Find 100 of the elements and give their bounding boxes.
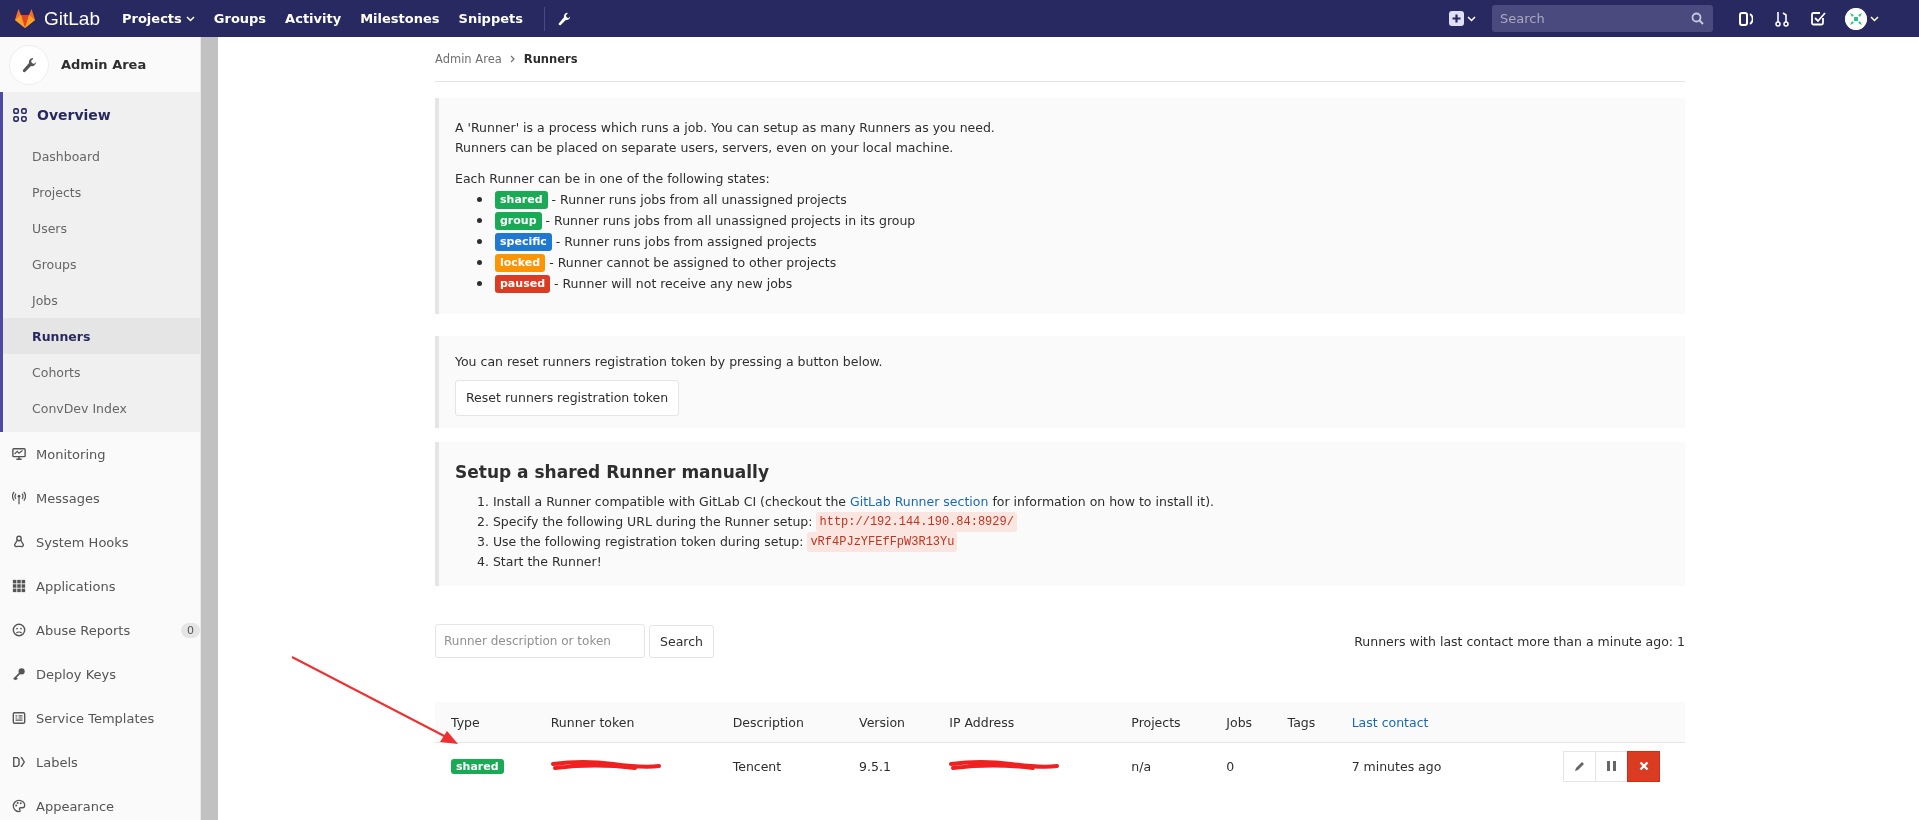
palette-icon bbox=[12, 799, 26, 813]
sidebar-item[interactable]: Appearance bbox=[0, 784, 200, 820]
sidebar-subitem[interactable]: Runners bbox=[3, 318, 200, 354]
scrollbar[interactable] bbox=[200, 37, 218, 820]
sort-link[interactable]: Last contact bbox=[1335, 702, 1489, 743]
user-menu[interactable] bbox=[1845, 7, 1879, 30]
apps-grid-icon bbox=[12, 579, 26, 593]
hook-icon bbox=[12, 535, 26, 549]
state-description: - Runner cannot be assigned to other projects bbox=[549, 253, 837, 272]
sidebar-item[interactable]: Messages bbox=[0, 476, 200, 520]
sidebar-subitem[interactable]: Jobs bbox=[3, 282, 200, 318]
search-button[interactable]: Search bbox=[649, 624, 714, 658]
merge-request-icon[interactable] bbox=[1775, 10, 1789, 27]
column-header: Jobs bbox=[1210, 702, 1272, 743]
antenna-icon bbox=[12, 491, 26, 505]
state-label: specific bbox=[495, 232, 552, 251]
column-header: Tags bbox=[1271, 702, 1336, 743]
sidebar-item[interactable]: Applications bbox=[0, 564, 200, 608]
column-header: Projects bbox=[1115, 702, 1211, 743]
sidebar-item[interactable]: Monitoring bbox=[0, 432, 200, 476]
state-description: - Runner runs jobs from assigned projects bbox=[555, 232, 817, 251]
pause-icon bbox=[1607, 761, 1616, 771]
caret-icon bbox=[1870, 15, 1879, 22]
intro-text: A 'Runner' is a process which runs a job. You can setup as many Runners as you need. Runners can be placed on separate users, servers, even on your local machine. bbox=[455, 119, 996, 157]
nav-link[interactable]: Projects bbox=[122, 11, 195, 26]
table-cell: 7 minutes ago bbox=[1351, 758, 1442, 774]
setup-heading: Setup a shared Runner manually bbox=[455, 462, 770, 482]
state-description: - Runner runs jobs from all unassigned projects bbox=[551, 190, 847, 209]
bullet-icon bbox=[477, 281, 482, 286]
state-description: - Runner will not receive any new jobs bbox=[554, 274, 793, 293]
code-snippet: vRf4PJzYFEfFpW3R13Yu bbox=[807, 532, 958, 552]
wrench-icon[interactable] bbox=[557, 10, 571, 27]
step-number: 1. bbox=[477, 493, 489, 511]
breadcrumb-link[interactable]: Admin Area bbox=[435, 52, 502, 66]
breadcrumb-current: Runners bbox=[523, 52, 578, 66]
status-text: Runners with last contact more than a minute ago: 1 bbox=[1354, 633, 1685, 649]
type-label: shared bbox=[451, 758, 504, 774]
sidebar-item[interactable]: Overview bbox=[3, 92, 200, 138]
runner-docs-link[interactable]: GitLab Runner section bbox=[850, 492, 989, 512]
sidebar-subitem[interactable]: Cohorts bbox=[3, 354, 200, 390]
sidebar-subitem[interactable]: Users bbox=[3, 210, 200, 246]
column-header: Description bbox=[716, 702, 844, 743]
reset-token-button[interactable]: Reset runners registration token bbox=[455, 380, 680, 416]
bullet-icon bbox=[477, 260, 482, 265]
column-header: IP Address bbox=[933, 702, 1116, 743]
new-dropdown[interactable] bbox=[1449, 11, 1476, 26]
fox-logo-icon bbox=[14, 8, 36, 29]
step-number: 3. bbox=[477, 533, 489, 551]
step-text: Install a Runner compatible with GitLab CI (checkout the bbox=[492, 493, 847, 511]
wrench-icon bbox=[9, 44, 49, 85]
remove-button[interactable] bbox=[1627, 750, 1660, 782]
nav-link[interactable]: Milestones bbox=[360, 11, 440, 26]
template-icon bbox=[12, 711, 26, 725]
sidebar-subitem[interactable]: Projects bbox=[3, 174, 200, 210]
face-icon bbox=[12, 623, 26, 637]
nav-link[interactable]: Snippets bbox=[458, 11, 523, 26]
brand-link[interactable]: GitLab bbox=[14, 7, 100, 30]
sidebar-item[interactable]: System Hooks bbox=[0, 520, 200, 564]
column-header: Type bbox=[435, 702, 535, 743]
sidebar-item[interactable]: Service Templates bbox=[0, 696, 200, 740]
table-cell: n/a bbox=[1131, 758, 1152, 774]
table-cell: 9.5.1 bbox=[859, 758, 891, 774]
caret-icon bbox=[1467, 15, 1476, 22]
sidebar-subitem[interactable]: ConvDev Index bbox=[3, 390, 200, 426]
state-label: group bbox=[495, 211, 542, 230]
avatar-icon bbox=[1845, 7, 1867, 30]
search-icon bbox=[1691, 12, 1704, 25]
column-header: Version bbox=[843, 702, 934, 743]
pencil-icon bbox=[1574, 760, 1585, 772]
bullet-icon bbox=[477, 218, 482, 223]
runner-search-field[interactable]: Runner description or token bbox=[435, 624, 645, 658]
column-header: Runner token bbox=[534, 702, 717, 743]
bullet-icon bbox=[477, 197, 482, 202]
issues-icon[interactable] bbox=[1739, 10, 1753, 27]
table-cell: Tencent bbox=[732, 758, 782, 774]
sidebar-title: Admin Area bbox=[61, 57, 147, 72]
step-number: 2. bbox=[477, 513, 489, 531]
state-label: shared bbox=[495, 190, 548, 209]
state-label: paused bbox=[495, 274, 550, 293]
grid-icon bbox=[13, 108, 27, 122]
search-field[interactable]: Search bbox=[1492, 5, 1713, 32]
sidebar-item[interactable]: Labels bbox=[0, 740, 200, 784]
sidebar-item[interactable]: Abuse Reports 0 bbox=[0, 608, 200, 652]
nav-link[interactable]: Groups bbox=[213, 11, 267, 26]
step-text: Specify the following URL during the Runner setup: bbox=[492, 513, 813, 531]
sidebar-subitem[interactable]: Dashboard bbox=[3, 138, 200, 174]
reset-text: You can reset runners registration token by pressing a button below. bbox=[455, 353, 884, 371]
sidebar-item[interactable]: Deploy Keys bbox=[0, 652, 200, 696]
state-description: - Runner runs jobs from all unassigned projects in its group bbox=[545, 211, 916, 230]
code-snippet: http://192.144.190.84:8929/ bbox=[816, 512, 1017, 532]
step-text: Use the following registration token during setup: bbox=[492, 533, 804, 551]
step-text: for information on how to install it). bbox=[992, 493, 1215, 511]
pause-button[interactable] bbox=[1595, 750, 1628, 782]
checkbox-icon[interactable] bbox=[1811, 11, 1826, 26]
nav-link[interactable]: Activity bbox=[285, 11, 342, 26]
close-icon bbox=[1638, 761, 1649, 771]
step-number: 4. bbox=[477, 553, 489, 571]
label-icon bbox=[12, 755, 26, 769]
sidebar-subitem[interactable]: Groups bbox=[3, 246, 200, 282]
table-cell: 0 bbox=[1226, 758, 1235, 774]
